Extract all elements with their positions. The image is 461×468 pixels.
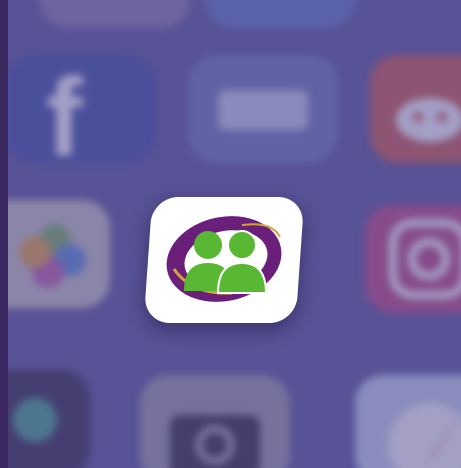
two-people-icon <box>166 216 282 302</box>
community-app-icon[interactable] <box>143 197 305 323</box>
device-bezel <box>0 0 8 468</box>
home-screen: f <box>0 0 461 468</box>
